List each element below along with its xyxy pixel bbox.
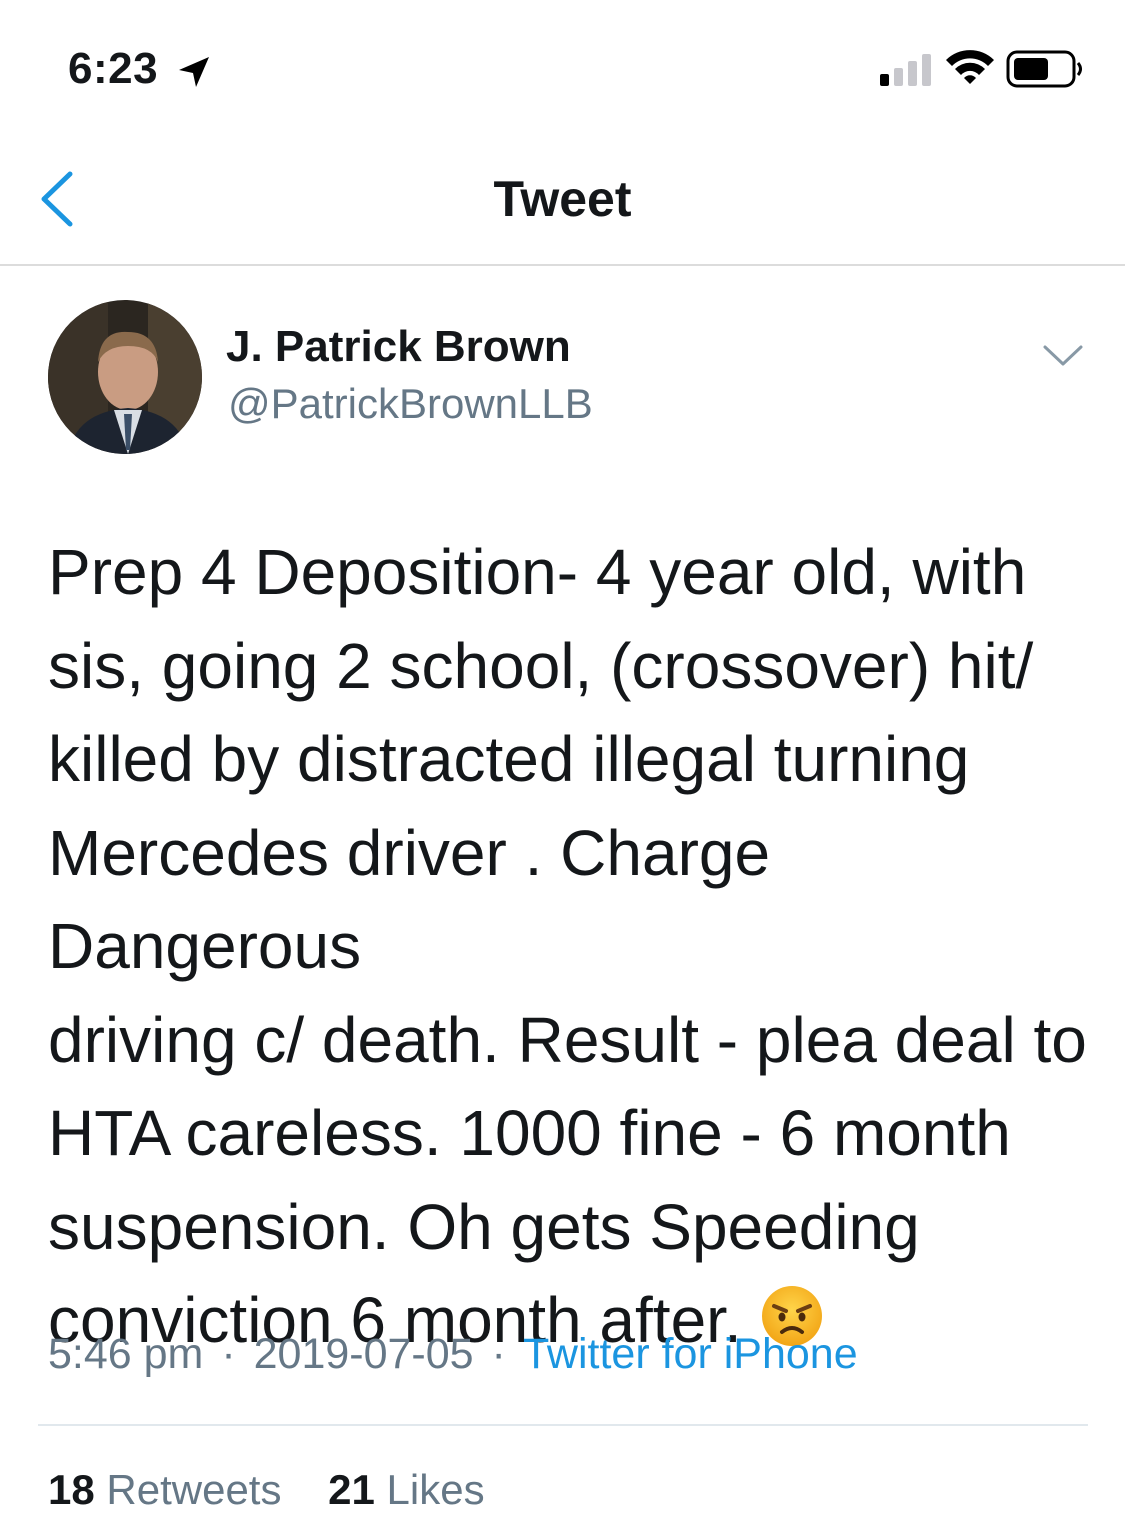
likes-count: 21 xyxy=(328,1466,375,1513)
status-time: 6:23 xyxy=(68,44,159,93)
chevron-down-icon[interactable] xyxy=(1042,344,1084,368)
likes-stat[interactable]: 21 Likes xyxy=(328,1466,484,1513)
tweet-header: J. Patrick Brown @PatrickBrownLLB xyxy=(0,300,1125,460)
tweet-time: 5:46 pm xyxy=(48,1330,204,1378)
tweet-stats: 18 Retweets 21 Likes xyxy=(48,1466,485,1514)
retweets-count: 18 xyxy=(48,1466,95,1513)
meta-separator: · xyxy=(491,1330,506,1378)
author-name[interactable]: J. Patrick Brown xyxy=(226,322,571,372)
wifi-icon xyxy=(946,50,994,84)
tweet-source-link[interactable]: Twitter for iPhone xyxy=(523,1330,858,1378)
page-title: Tweet xyxy=(493,171,632,227)
author-handle[interactable]: @PatrickBrownLLB xyxy=(228,380,593,428)
tweet-text: Prep 4 Deposition- 4 year old, with sis,… xyxy=(48,536,1087,1356)
divider xyxy=(38,1424,1088,1426)
signal-icon xyxy=(880,54,931,86)
likes-label: Likes xyxy=(386,1466,485,1513)
tweet-date: 2019-07-05 xyxy=(253,1330,474,1378)
location-arrow-icon xyxy=(179,57,209,87)
tweet-body: Prep 4 Deposition- 4 year old, with sis,… xyxy=(48,526,1088,1368)
battery-icon xyxy=(1006,50,1082,88)
retweets-label: Retweets xyxy=(106,1466,282,1513)
status-bar: 6:23 xyxy=(0,0,1125,130)
nav-bar: Tweet xyxy=(0,130,1125,266)
meta-separator: · xyxy=(221,1330,236,1378)
retweets-stat[interactable]: 18 Retweets xyxy=(48,1466,281,1513)
avatar[interactable] xyxy=(48,300,202,454)
tweet-meta: 5:46 pm · 2019-07-05 · Twitter for iPhon… xyxy=(48,1330,858,1379)
